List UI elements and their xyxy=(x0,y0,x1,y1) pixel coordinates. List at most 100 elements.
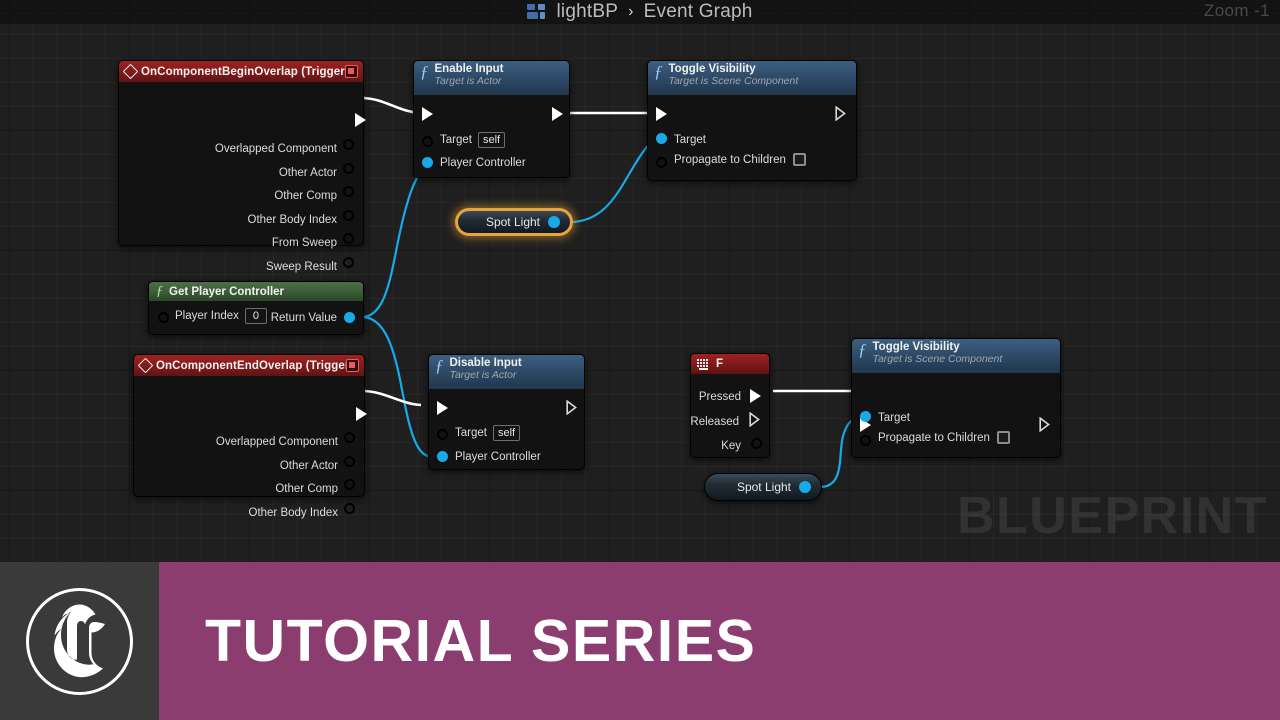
breadcrumb-root[interactable]: lightBP xyxy=(556,1,618,23)
pin-row-other-body-index[interactable]: Other Body Index xyxy=(248,208,338,231)
pin-exec-out[interactable] xyxy=(355,113,366,127)
pin-row-pressed[interactable]: Pressed xyxy=(699,387,741,405)
pin-row-return-value[interactable]: Return Value xyxy=(271,308,337,326)
wire-obj-getpc-disableinput xyxy=(361,315,434,459)
player-index-value-field[interactable]: 0 xyxy=(244,308,267,324)
node-oncomponentbeginoverlap[interactable]: OnComponentBeginOverlap (Trigger) Overla… xyxy=(118,60,366,273)
pin-pressed[interactable] xyxy=(750,389,761,403)
pin-row-key[interactable]: Key xyxy=(721,436,741,454)
pin-target[interactable] xyxy=(860,411,871,422)
pin-other-comp[interactable] xyxy=(343,186,354,197)
node-title: Enable Input xyxy=(434,63,504,75)
pin-spot-light-out[interactable] xyxy=(799,481,811,493)
pin-row-target[interactable]: Target self xyxy=(455,425,521,441)
pin-row-propagate-to-children[interactable]: Propagate to Children xyxy=(878,431,1010,444)
node-pin-rows: Target self Player Controller xyxy=(429,389,584,469)
node-enable-input[interactable]: ƒ Enable Input Target is Actor Target se… xyxy=(413,60,570,178)
node-get-player-controller[interactable]: ƒ Get Player Controller Player Index 0 R… xyxy=(148,281,364,335)
pin-label: Propagate to Children xyxy=(674,153,786,166)
pin-overlapped-component[interactable] xyxy=(344,432,355,443)
function-f-icon: ƒ xyxy=(654,62,663,81)
target-value-field[interactable]: self xyxy=(492,425,521,441)
node-title: OnComponentEndOverlap (Trigger) xyxy=(156,359,354,372)
pin-row-released[interactable]: Released xyxy=(690,412,739,430)
pin-row-from-sweep[interactable]: From Sweep xyxy=(272,231,337,254)
pin-other-actor[interactable] xyxy=(343,163,354,174)
pin-exec-in[interactable] xyxy=(656,107,667,121)
node-disable-input[interactable]: ƒ Disable Input Target is Actor Target s… xyxy=(428,354,585,470)
pin-exec-in[interactable] xyxy=(437,401,448,415)
pin-exec-in[interactable] xyxy=(422,107,433,121)
pin-row-overlapped-component[interactable]: Overlapped Component xyxy=(216,430,338,453)
pin-player-controller[interactable] xyxy=(437,451,448,462)
zoom-level-indicator: Zoom -1 xyxy=(1203,1,1270,20)
pin-key[interactable] xyxy=(751,438,762,449)
pin-overlapped-component[interactable] xyxy=(343,139,354,150)
pin-label: Released xyxy=(690,416,739,428)
wire-exec-beginoverlap-enableinput xyxy=(360,96,422,115)
node-toggle-visibility-1[interactable]: ƒ Toggle Visibility Target is Scene Comp… xyxy=(647,60,857,181)
pin-label: Target xyxy=(878,412,910,424)
pin-spot-light-out[interactable] xyxy=(548,216,560,228)
breadcrumb-current[interactable]: Event Graph xyxy=(644,1,753,23)
pin-target[interactable] xyxy=(656,133,667,144)
pin-row-target[interactable]: Target xyxy=(878,408,910,426)
pin-row-other-actor[interactable]: Other Actor xyxy=(280,454,338,477)
pin-other-comp[interactable] xyxy=(344,479,355,490)
pin-row-player-controller[interactable]: Player Controller xyxy=(455,447,541,465)
node-f-key-event[interactable]: F Pressed Released Key xyxy=(690,353,770,458)
pin-from-sweep[interactable] xyxy=(343,233,354,244)
pin-row-sweep-result[interactable]: Sweep Result xyxy=(266,255,337,278)
variable-label: Spot Light xyxy=(736,480,791,494)
pin-exec-out[interactable] xyxy=(835,106,847,121)
pin-propagate-to-children[interactable] xyxy=(656,157,667,168)
node-header-function: ƒ Enable Input Target is Actor xyxy=(414,61,569,95)
pin-return-value[interactable] xyxy=(344,312,355,323)
pin-row-player-index[interactable]: Player Index 0 xyxy=(175,308,267,324)
pin-label: Player Index xyxy=(175,310,239,322)
node-spot-light-2[interactable]: Spot Light xyxy=(704,473,822,501)
function-f-icon: ƒ xyxy=(858,340,867,359)
propagate-checkbox[interactable] xyxy=(792,153,806,166)
pin-player-controller[interactable] xyxy=(422,157,433,168)
pin-exec-out[interactable] xyxy=(566,400,578,415)
pin-label: Other Comp xyxy=(275,482,338,495)
node-pin-rows: Target Propagate to Children xyxy=(648,95,856,180)
pin-label: Other Actor xyxy=(278,166,337,179)
pin-row-other-actor[interactable]: Other Actor xyxy=(279,161,337,184)
pin-sweep-result[interactable] xyxy=(343,257,354,268)
pin-target[interactable] xyxy=(437,429,448,440)
pin-propagate-to-children[interactable] xyxy=(860,435,871,446)
pin-other-body-index[interactable] xyxy=(343,210,354,221)
pin-other-body-index[interactable] xyxy=(344,503,355,514)
node-toggle-visibility-2[interactable]: ƒ Toggle Visibility Target is Scene Comp… xyxy=(851,338,1061,458)
node-title: OnComponentBeginOverlap (Trigger) xyxy=(141,65,349,78)
node-title: Disable Input xyxy=(449,357,522,369)
pin-row-other-body-index[interactable]: Other Body Index xyxy=(249,501,339,524)
pin-target[interactable] xyxy=(422,136,433,147)
pin-row-other-comp[interactable]: Other Comp xyxy=(275,477,338,500)
wire-exec-endoverlap-disableinput xyxy=(361,389,422,407)
node-spot-light-1[interactable]: Spot Light xyxy=(455,208,573,236)
blueprint-icon xyxy=(527,4,547,20)
target-value-field[interactable]: self xyxy=(477,132,506,148)
pin-label: Target xyxy=(440,134,472,146)
pin-released[interactable] xyxy=(749,412,761,427)
pin-row-overlapped-component[interactable]: Overlapped Component xyxy=(215,137,337,160)
pin-exec-out[interactable] xyxy=(552,107,563,121)
propagate-checkbox[interactable] xyxy=(996,431,1010,444)
pin-player-index[interactable] xyxy=(158,312,169,323)
chevron-right-icon: › xyxy=(628,3,634,20)
node-oncomponentendoverlap[interactable]: OnComponentEndOverlap (Trigger) Overlapp… xyxy=(133,354,367,519)
pin-row-player-controller[interactable]: Player Controller xyxy=(440,153,526,171)
pin-row-other-comp[interactable]: Other Comp xyxy=(274,184,337,207)
pin-other-actor[interactable] xyxy=(344,456,355,467)
event-graph-canvas[interactable]: BLUEPRINT OnComponentBeginOverlap (Trigg… xyxy=(0,0,1280,562)
pin-row-propagate-to-children[interactable]: Propagate to Children xyxy=(674,153,806,166)
pin-label: Pressed xyxy=(698,391,741,403)
event-delegate-badge-icon xyxy=(346,359,359,372)
pin-row-target[interactable]: Target xyxy=(674,130,706,148)
pin-exec-out[interactable] xyxy=(356,407,367,421)
pin-row-target[interactable]: Target self xyxy=(440,132,506,148)
pin-exec-out[interactable] xyxy=(1039,417,1051,432)
